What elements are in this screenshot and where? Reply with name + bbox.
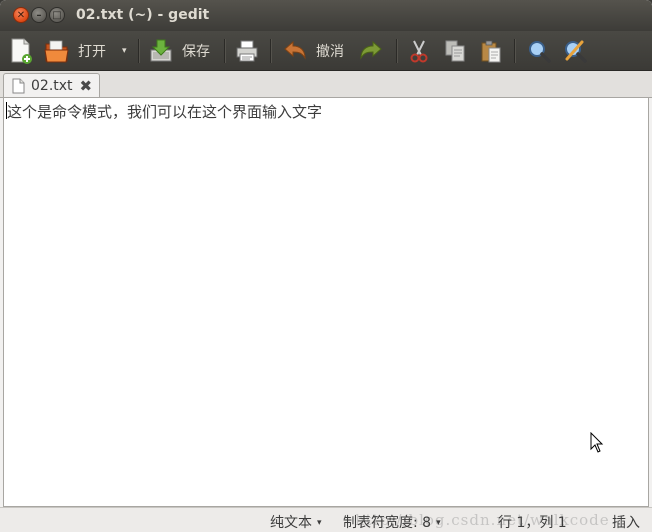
toolbar-separator	[270, 39, 272, 63]
undo-button[interactable]: 撤消	[282, 36, 344, 66]
tab-bar: 02.txt ✖	[0, 71, 652, 98]
new-document-icon	[11, 38, 32, 64]
close-tab-icon[interactable]: ✖	[80, 77, 93, 95]
close-window-button[interactable]: ✕	[13, 7, 29, 23]
copy-icon	[445, 40, 465, 62]
gedit-window: ✕ – □ 02.txt (~) - gedit 打开 ▾ 保存 撤消 02.t…	[0, 0, 652, 532]
chevron-down-icon: ▾	[122, 46, 127, 56]
open-recent-dropdown[interactable]: ▾	[122, 36, 127, 66]
printer-icon	[236, 40, 258, 62]
scissors-icon	[410, 40, 428, 63]
toolbar: 打开 ▾ 保存 撤消	[0, 31, 652, 71]
language-selector[interactable]: 纯文本 ▾	[270, 512, 322, 532]
find-replace-icon	[565, 40, 587, 63]
cursor-position: 行 1，列 1	[498, 515, 567, 531]
toolbar-separator	[138, 39, 140, 63]
copy-button[interactable]	[442, 36, 468, 66]
open-button[interactable]: 打开	[44, 36, 106, 66]
insert-mode-indicator: 插入	[612, 515, 640, 531]
status-bar: http://blog.csdn.net/walkcode 纯文本 ▾ 制表符宽度…	[0, 507, 652, 532]
undo-button-label: 撤消	[316, 44, 344, 60]
tab-width-label: 制表符宽度: 8	[343, 515, 432, 531]
save-button[interactable]: 保存	[148, 36, 210, 66]
title-bar[interactable]: ✕ – □ 02.txt (~) - gedit	[0, 0, 652, 31]
redo-button[interactable]	[358, 36, 384, 66]
tab-width-selector[interactable]: 制表符宽度: 8 ▾	[343, 512, 441, 532]
tab-02-txt[interactable]: 02.txt ✖	[3, 73, 100, 98]
replace-button[interactable]	[562, 36, 588, 66]
paste-button[interactable]	[478, 36, 504, 66]
save-icon	[150, 39, 172, 62]
maximize-window-button[interactable]: □	[49, 7, 65, 23]
chevron-down-icon: ▾	[436, 518, 441, 528]
language-label: 纯文本	[270, 515, 312, 531]
text-document-icon	[12, 78, 25, 94]
undo-arrow-icon	[284, 40, 306, 60]
open-button-label: 打开	[78, 44, 106, 60]
cut-button[interactable]	[406, 36, 432, 66]
new-document-button[interactable]	[8, 36, 34, 66]
search-button[interactable]	[526, 36, 552, 66]
save-button-label: 保存	[182, 44, 210, 60]
text-editor[interactable]: 这个是命令模式，我们可以在这个界面输入文字	[3, 97, 649, 507]
redo-arrow-icon	[360, 40, 382, 60]
print-button[interactable]	[234, 36, 260, 66]
toolbar-separator	[224, 39, 226, 63]
open-folder-icon	[44, 40, 69, 63]
editor-line-1: 这个是命令模式，我们可以在这个界面输入文字	[7, 103, 323, 121]
window-title: 02.txt (~) - gedit	[76, 7, 210, 23]
search-icon	[529, 41, 551, 63]
minimize-window-button[interactable]: –	[31, 7, 47, 23]
chevron-down-icon: ▾	[317, 518, 322, 528]
toolbar-separator	[514, 39, 516, 63]
toolbar-separator	[396, 39, 398, 63]
tab-label: 02.txt	[31, 78, 73, 94]
mouse-pointer-icon	[590, 432, 604, 453]
clipboard-icon	[481, 40, 501, 63]
